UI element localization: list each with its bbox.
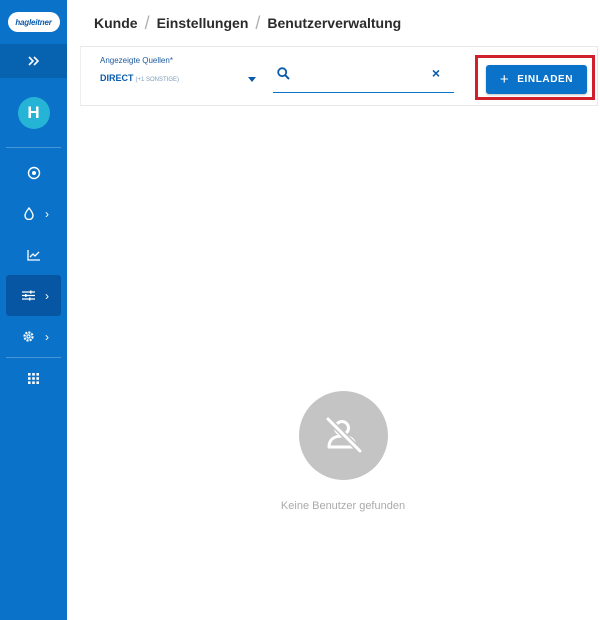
search-icon xyxy=(277,67,290,80)
breadcrumb-item-kunde[interactable]: Kunde xyxy=(94,15,138,31)
toolbar: Angezeigte Quellen* DIRECT (+1 SONSTIGE) … xyxy=(80,46,598,106)
page-title: Benutzerverwaltung xyxy=(267,15,402,31)
sidebar-item-statistics[interactable] xyxy=(6,234,61,275)
sources-select[interactable]: DIRECT (+1 SONSTIGE) xyxy=(100,73,179,83)
close-icon[interactable]: × xyxy=(432,65,440,81)
avatar-area: H xyxy=(6,78,61,148)
double-chevron-right-icon xyxy=(27,56,39,66)
sidebar: hagleitner H › › › xyxy=(0,0,67,620)
grid-icon xyxy=(28,373,39,384)
no-user-icon xyxy=(325,416,362,453)
avatar-initial: H xyxy=(27,102,40,122)
app: hagleitner H › › › Kunde / Einstellungen… xyxy=(0,0,600,620)
breadcrumb-item-einstellungen[interactable]: Einstellungen xyxy=(157,15,249,31)
breadcrumb-separator: / xyxy=(144,12,150,33)
gear-icon xyxy=(23,331,34,342)
sources-value: DIRECT xyxy=(100,73,134,83)
logo-area[interactable]: hagleitner xyxy=(0,0,67,44)
sidebar-nav: › › › xyxy=(0,148,67,399)
search-input[interactable] xyxy=(297,65,422,85)
dropdown-arrow-icon[interactable] xyxy=(248,77,256,82)
sidebar-item-configuration[interactable]: › xyxy=(6,316,61,357)
avatar[interactable]: H xyxy=(17,96,50,129)
invite-highlight-frame: + EINLADEN xyxy=(475,55,595,100)
breadcrumb-separator: / xyxy=(255,12,261,33)
logo-text: hagleitner xyxy=(15,17,52,27)
target-icon xyxy=(27,166,40,179)
breadcrumb: Kunde / Einstellungen / Benutzerverwaltu… xyxy=(67,0,600,46)
sources-extra: (+1 SONSTIGE) xyxy=(135,77,180,83)
invite-button-label: EINLADEN xyxy=(517,74,574,85)
plus-icon: + xyxy=(499,71,510,88)
chevron-right-icon: › xyxy=(45,288,49,303)
line-chart-icon xyxy=(26,249,40,261)
sidebar-item-dashboard[interactable] xyxy=(6,152,61,193)
empty-state-message: Keine Benutzer gefunden xyxy=(280,500,406,512)
sidebar-item-settings-active[interactable]: › xyxy=(6,275,61,316)
sidebar-item-dosing[interactable]: › xyxy=(6,193,61,234)
sources-label: Angezeigte Quellen* xyxy=(100,56,173,65)
logo: hagleitner xyxy=(7,12,60,32)
drop-icon xyxy=(23,207,34,220)
chevron-right-icon: › xyxy=(45,206,49,221)
empty-state-icon-circle xyxy=(299,391,388,480)
chevron-right-icon: › xyxy=(45,329,49,344)
sidebar-item-apps[interactable] xyxy=(6,358,61,399)
sidebar-expand-button[interactable] xyxy=(0,44,67,78)
sliders-icon xyxy=(22,290,35,301)
search-field: × xyxy=(273,59,454,93)
invite-button[interactable]: + EINLADEN xyxy=(486,65,587,94)
